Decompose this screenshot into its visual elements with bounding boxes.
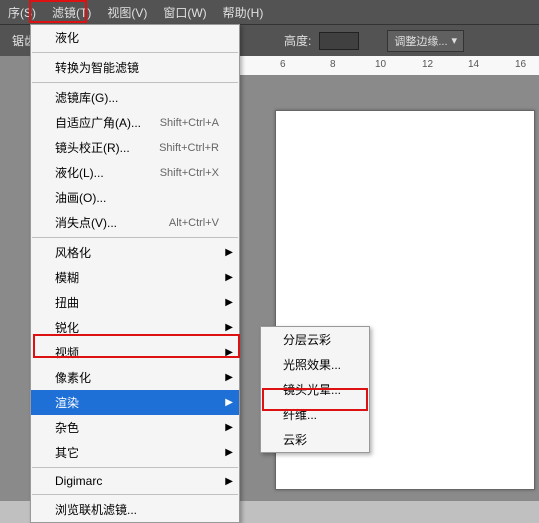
submenu-lens-flare[interactable]: 镜头光晕... <box>261 377 369 402</box>
shortcut: Shift+Ctrl+A <box>160 117 219 129</box>
refine-edge-button[interactable]: 调整边缘... ▾ <box>387 30 464 52</box>
ruler-tick: 14 <box>468 59 479 70</box>
menu-liquify[interactable]: 液化(L)...Shift+Ctrl+X <box>31 160 239 185</box>
separator <box>32 82 238 83</box>
submenu-arrow-icon: ▶ <box>225 422 233 433</box>
separator <box>32 467 238 468</box>
submenu-difference-clouds[interactable]: 分层云彩 <box>261 327 369 352</box>
ruler-tick: 8 <box>330 59 336 70</box>
menu-digimarc[interactable]: Digimarc▶ <box>31 470 239 492</box>
submenu-arrow-icon: ▶ <box>225 322 233 333</box>
separator <box>32 237 238 238</box>
menu-pixelate[interactable]: 像素化▶ <box>31 365 239 390</box>
menu-last-filter[interactable]: 液化 <box>31 25 239 50</box>
submenu-arrow-icon: ▶ <box>225 247 233 258</box>
render-submenu: 分层云彩 光照效果... 镜头光晕... 纤维... 云彩 <box>260 326 370 453</box>
menu-sequence[interactable]: 序(S) <box>0 0 44 25</box>
refine-edge-label: 调整边缘... <box>394 33 447 49</box>
menu-distort[interactable]: 扭曲▶ <box>31 290 239 315</box>
filter-dropdown: 液化 转换为智能滤镜 滤镜库(G)... 自适应广角(A)...Shift+Ct… <box>30 24 240 523</box>
submenu-arrow-icon: ▶ <box>225 347 233 358</box>
submenu-lighting-effects[interactable]: 光照效果... <box>261 352 369 377</box>
submenu-arrow-icon: ▶ <box>225 272 233 283</box>
toolbar-height-label: 高度: <box>284 32 311 49</box>
menu-adaptive-wide-angle[interactable]: 自适应广角(A)...Shift+Ctrl+A <box>31 110 239 135</box>
submenu-arrow-icon: ▶ <box>225 447 233 458</box>
ruler-tick: 10 <box>375 59 386 70</box>
shortcut: Shift+Ctrl+X <box>160 167 219 179</box>
chevron-down-icon: ▾ <box>452 34 458 47</box>
menubar: 序(S) 滤镜(T) 视图(V) 窗口(W) 帮助(H) <box>0 0 539 24</box>
separator <box>32 494 238 495</box>
menu-vanishing-point[interactable]: 消失点(V)...Alt+Ctrl+V <box>31 210 239 235</box>
menu-video[interactable]: 视频▶ <box>31 340 239 365</box>
menu-filter-gallery[interactable]: 滤镜库(G)... <box>31 85 239 110</box>
menu-filter[interactable]: 滤镜(T) <box>44 0 99 25</box>
menu-blur[interactable]: 模糊▶ <box>31 265 239 290</box>
separator <box>32 52 238 53</box>
menu-help[interactable]: 帮助(H) <box>215 0 272 25</box>
submenu-arrow-icon: ▶ <box>225 476 233 487</box>
toolbar-height-input[interactable] <box>319 32 359 50</box>
submenu-arrow-icon: ▶ <box>225 297 233 308</box>
menu-lens-correction[interactable]: 镜头校正(R)...Shift+Ctrl+R <box>31 135 239 160</box>
ruler-tick: 12 <box>422 59 433 70</box>
submenu-clouds[interactable]: 云彩 <box>261 427 369 452</box>
menu-render[interactable]: 渲染▶ <box>31 390 239 415</box>
ruler-tick: 6 <box>280 59 286 70</box>
menu-view[interactable]: 视图(V) <box>99 0 155 25</box>
menu-window[interactable]: 窗口(W) <box>155 0 214 25</box>
menu-oil-paint[interactable]: 油画(O)... <box>31 185 239 210</box>
shortcut: Shift+Ctrl+R <box>159 142 219 154</box>
menu-convert-smart[interactable]: 转换为智能滤镜 <box>31 55 239 80</box>
ruler-tick: 16 <box>515 59 526 70</box>
submenu-arrow-icon: ▶ <box>225 372 233 383</box>
menu-other[interactable]: 其它▶ <box>31 440 239 465</box>
submenu-fibers[interactable]: 纤维... <box>261 402 369 427</box>
menu-stylize[interactable]: 风格化▶ <box>31 240 239 265</box>
submenu-arrow-icon: ▶ <box>225 397 233 408</box>
shortcut: Alt+Ctrl+V <box>169 217 219 229</box>
menu-sharpen[interactable]: 锐化▶ <box>31 315 239 340</box>
menu-noise[interactable]: 杂色▶ <box>31 415 239 440</box>
